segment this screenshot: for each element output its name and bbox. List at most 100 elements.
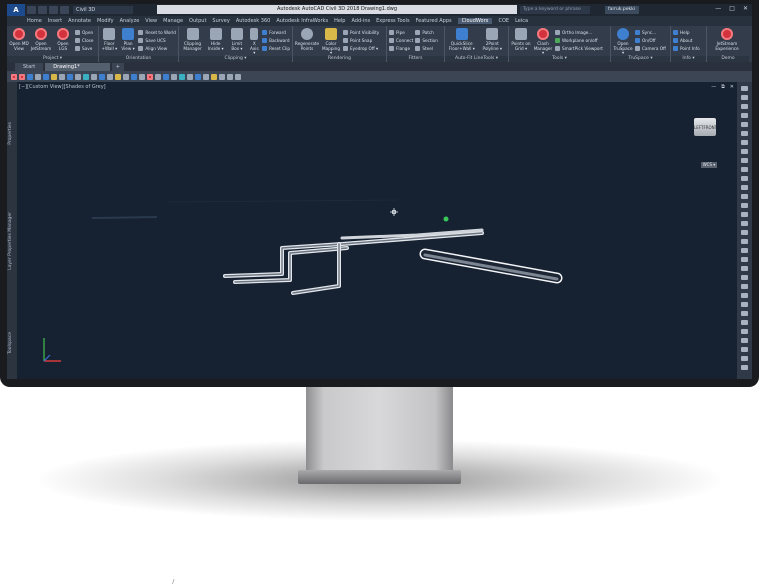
toolbar-blue-icon-6[interactable] <box>163 73 169 80</box>
right-tool-icon-14[interactable] <box>741 203 748 208</box>
right-tool-icon-4[interactable] <box>741 113 748 118</box>
right-tool-icon-28[interactable] <box>741 329 748 334</box>
point-snap-button[interactable]: Point Snap <box>343 37 379 44</box>
toolbar-grey-icon-12[interactable] <box>219 73 225 80</box>
right-tool-icon-31[interactable] <box>741 356 748 361</box>
pipe-run[interactable] <box>223 228 563 295</box>
tab-output[interactable]: Output <box>189 18 206 24</box>
open-file-icon[interactable] <box>27 6 36 14</box>
close-button[interactable]: Close <box>75 37 93 44</box>
tab-start[interactable]: Start <box>15 63 44 71</box>
search-input[interactable]: Type a keyword or phrase <box>520 6 590 14</box>
point-info-button[interactable]: Point Info <box>673 45 700 52</box>
steel-button[interactable]: Steel <box>415 45 438 52</box>
toolbar-teal-icon-2[interactable] <box>179 73 185 80</box>
right-tool-icon-12[interactable] <box>741 185 748 190</box>
new-tab-button[interactable]: + <box>111 63 124 71</box>
toolbar-grey-icon-6[interactable] <box>123 73 129 80</box>
forward-button[interactable]: Forward <box>262 29 290 36</box>
save-button[interactable]: Save <box>75 45 93 52</box>
toolbar-yellow-icon-3[interactable] <box>211 73 217 80</box>
section-button[interactable]: Section <box>415 37 438 44</box>
right-tool-icon-25[interactable] <box>741 302 748 307</box>
save-file-icon[interactable] <box>38 6 47 14</box>
patch-button[interactable]: Patch <box>415 29 438 36</box>
right-tool-icon-10[interactable] <box>741 167 748 172</box>
toolbar-grey-icon-10[interactable] <box>187 73 193 80</box>
help-button[interactable]: Help <box>673 29 700 36</box>
toolbar-yellow-icon-1[interactable] <box>51 73 57 80</box>
tab-drawing1[interactable]: Drawing1* <box>45 63 110 71</box>
backward-button[interactable]: Backward <box>262 37 290 44</box>
layer-properties-palette-tab[interactable]: Layer Properties Manager <box>8 212 16 270</box>
toolbar-grey-icon-4[interactable] <box>91 73 97 80</box>
right-tool-icon-15[interactable] <box>741 212 748 217</box>
toolbar-teal-icon-1[interactable] <box>83 73 89 80</box>
toolspace-palette-tab[interactable]: Toolspace <box>8 332 16 354</box>
right-tool-icon-8[interactable] <box>741 149 748 154</box>
right-tool-icon-26[interactable] <box>741 311 748 316</box>
right-tool-icon-2[interactable] <box>741 95 748 100</box>
tab-featured-apps[interactable]: Featured Apps <box>416 18 452 24</box>
redo-icon[interactable] <box>60 6 69 14</box>
toolbar-grey-icon-13[interactable] <box>227 73 233 80</box>
right-tool-icon-27[interactable] <box>741 320 748 325</box>
toolbar-blue-icon-2[interactable] <box>43 73 49 80</box>
tab-view[interactable]: View <box>145 18 157 24</box>
connect-button[interactable]: Connect <box>389 37 413 44</box>
eyedrop-off-button[interactable]: Eyedrop Off ▾ <box>343 45 379 52</box>
toolbar-blue-icon-7[interactable] <box>195 73 201 80</box>
right-tool-icon-3[interactable] <box>741 104 748 109</box>
properties-palette-tab[interactable]: Properties <box>8 122 16 145</box>
tab-infraworks[interactable]: Autodesk InfraWorks <box>276 18 328 24</box>
toolbar-blue-icon-3[interactable] <box>67 73 73 80</box>
right-tool-icon-32[interactable] <box>741 365 748 370</box>
toolbar-grey-icon-14[interactable] <box>235 73 241 80</box>
toolbar-grey-icon-5[interactable] <box>107 73 113 80</box>
right-tool-icon-13[interactable] <box>741 194 748 199</box>
user-account[interactable]: farruk.pekki <box>605 6 639 14</box>
tab-annotate[interactable]: Annotate <box>68 18 91 24</box>
toolbar-red-icon-2[interactable] <box>19 73 25 80</box>
right-tool-icon-9[interactable] <box>741 158 748 163</box>
tab-modify[interactable]: Modify <box>97 18 114 24</box>
tab-add-ins[interactable]: Add-ins <box>351 18 370 24</box>
tab-home[interactable]: Home <box>27 18 42 24</box>
maximize-icon[interactable]: □ <box>729 5 735 12</box>
about-button[interactable]: About <box>673 37 700 44</box>
toolbar-red-icon-3[interactable] <box>147 73 153 80</box>
truspace-toggle[interactable]: On/Off <box>635 37 666 44</box>
workspace-select[interactable]: Civil 3D <box>73 6 133 14</box>
ortho-image-button[interactable]: Ortho Image... <box>555 29 603 36</box>
tab-help[interactable]: Help <box>334 18 345 24</box>
sync-button[interactable]: Sync... <box>635 29 666 36</box>
tab-manage[interactable]: Manage <box>163 18 183 24</box>
right-tool-icon-20[interactable] <box>741 257 748 262</box>
toolbar-grey-icon-8[interactable] <box>155 73 161 80</box>
toolbar-grey-icon-2[interactable] <box>59 73 65 80</box>
right-tool-icon-29[interactable] <box>741 338 748 343</box>
reset-to-world-button[interactable]: Reset to World <box>138 29 176 36</box>
toolbar-red-icon-1[interactable] <box>11 73 17 80</box>
right-tool-icon-5[interactable] <box>741 122 748 127</box>
right-tool-icon-11[interactable] <box>741 176 748 181</box>
right-tool-icon-23[interactable] <box>741 284 748 289</box>
tab-leica[interactable]: Leica <box>515 18 528 24</box>
right-tool-icon-1[interactable] <box>741 86 748 91</box>
toolbar-yellow-icon-2[interactable] <box>115 73 121 80</box>
toolbar-grey-icon-1[interactable] <box>35 73 41 80</box>
pipe-button[interactable]: Pipe <box>389 29 413 36</box>
minimize-icon[interactable]: — <box>715 5 721 12</box>
camera-off-button[interactable]: Camera Off <box>635 45 666 52</box>
toolbar-blue-icon-1[interactable] <box>27 73 33 80</box>
tab-cloudworx[interactable]: CloudWorx <box>457 18 493 24</box>
right-tool-icon-24[interactable] <box>741 293 748 298</box>
point-visibility-button[interactable]: Point Visibility <box>343 29 379 36</box>
toolbar-grey-icon-11[interactable] <box>203 73 209 80</box>
tab-survey[interactable]: Survey <box>212 18 229 24</box>
right-tool-icon-21[interactable] <box>741 266 748 271</box>
toolbar-grey-icon-7[interactable] <box>139 73 145 80</box>
right-tool-icon-17[interactable] <box>741 230 748 235</box>
right-tool-icon-18[interactable] <box>741 239 748 244</box>
toolbar-grey-icon-9[interactable] <box>171 73 177 80</box>
